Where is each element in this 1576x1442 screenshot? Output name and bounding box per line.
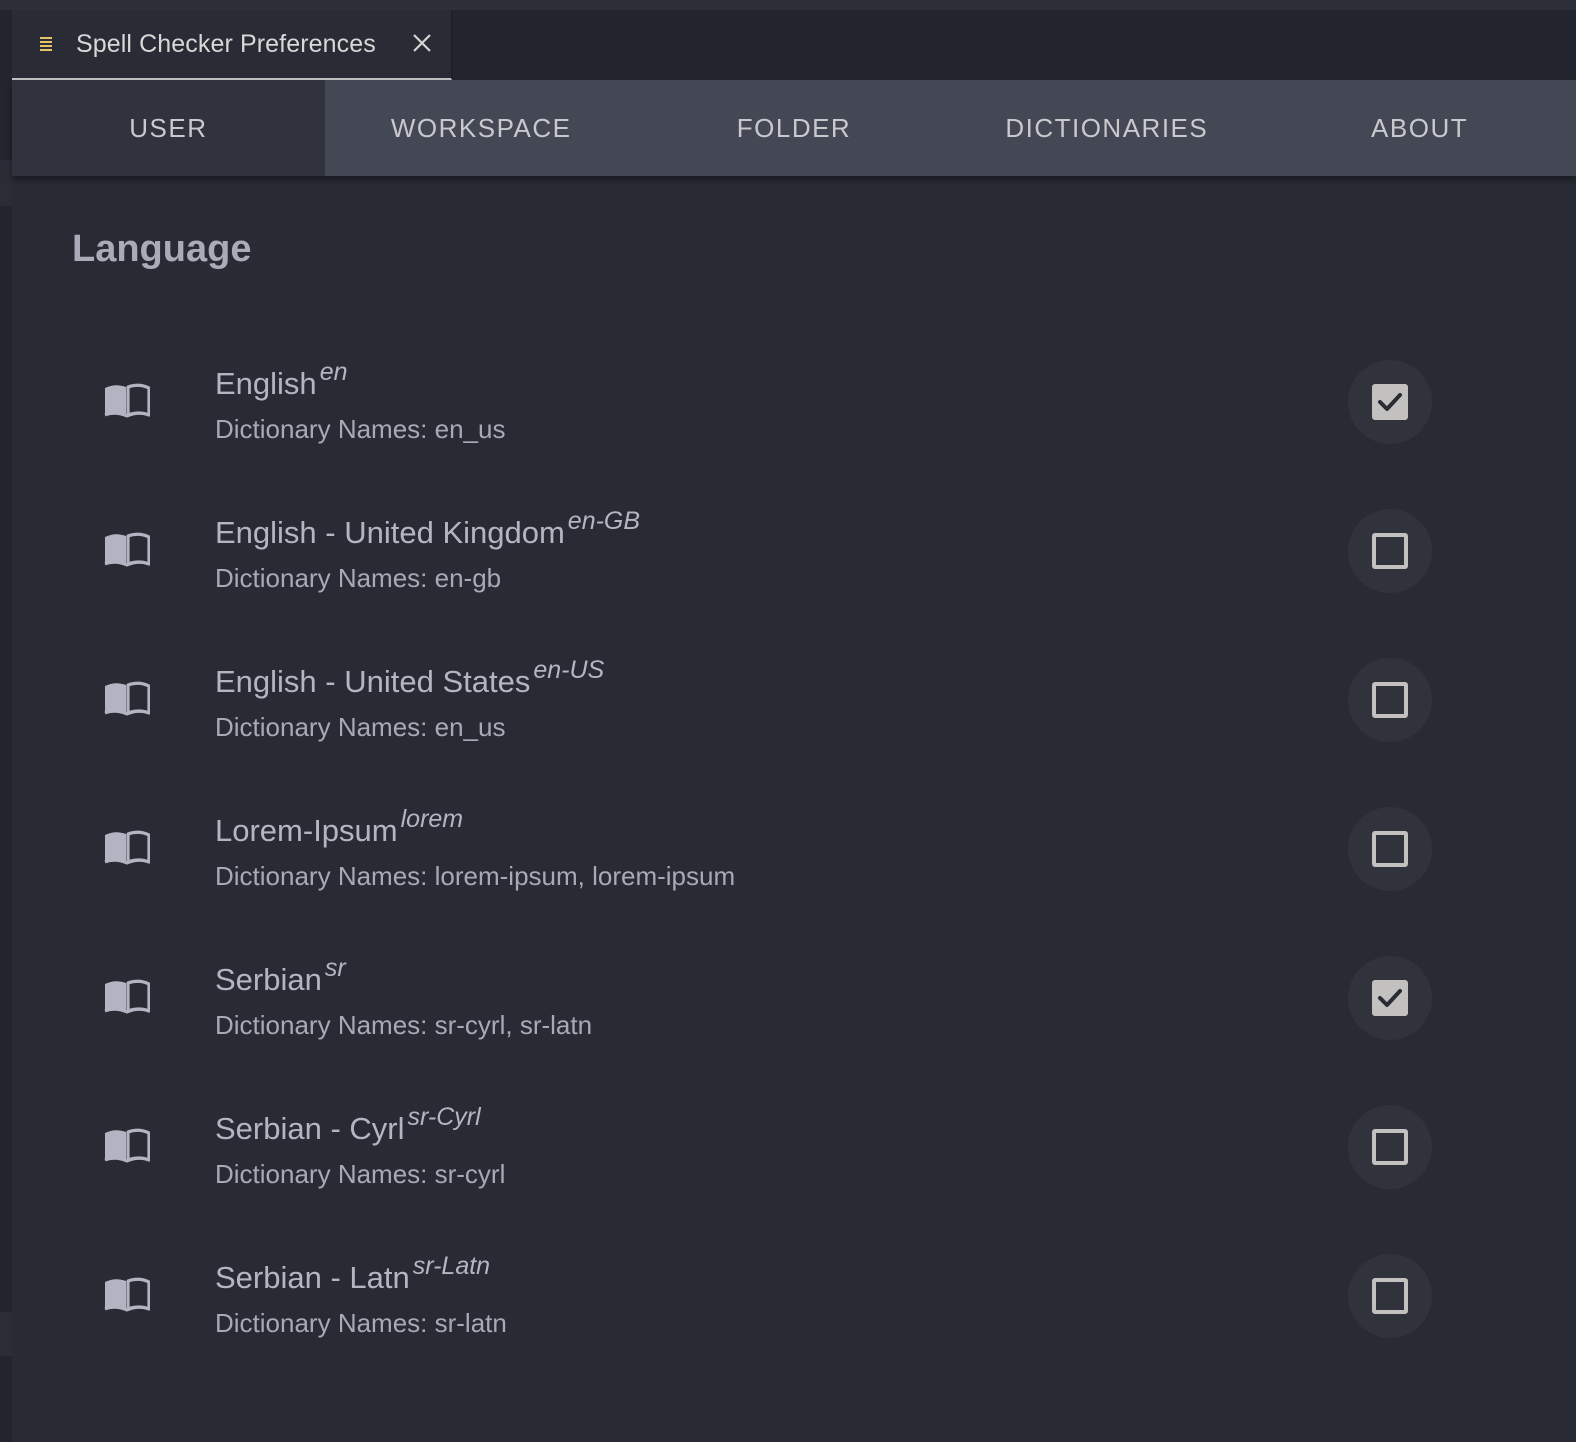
tab-label: WORKSPACE (390, 112, 572, 143)
book-open-icon (104, 1127, 151, 1163)
language-checkbox[interactable] (1372, 682, 1408, 718)
language-label: Serbian - Latn (215, 1260, 410, 1295)
language-label: English (215, 366, 317, 401)
language-label: Lorem-Ipsum (215, 813, 398, 848)
dictionary-names: Dictionary Names: sr-cyrl, sr-latn (215, 1010, 593, 1040)
language-label: Serbian (215, 962, 322, 997)
tab-workspace[interactable]: WORKSPACE (325, 80, 638, 176)
language-item: Serbian - Cyrl sr-Cyrl Dictionary Names: … (12, 1077, 1576, 1226)
tab-about[interactable]: ABOUT (1263, 80, 1576, 176)
language-code: sr (324, 954, 346, 982)
tab-label: FOLDER (736, 112, 852, 143)
language-label: Serbian - Cyrl (215, 1111, 405, 1146)
language-code: en-GB (567, 507, 641, 535)
language-list: English en Dictionary Names: en_us Englis… (12, 332, 1576, 1375)
language-name: Lorem-Ipsum lorem (215, 805, 463, 849)
language-toggle[interactable] (1348, 509, 1432, 593)
editor-tab-title: Spell Checker Preferences (76, 30, 376, 58)
language-code: sr-Cyrl (407, 1103, 481, 1131)
language-item: Serbian sr Dictionary Names: sr-cyrl, sr-… (12, 928, 1576, 1077)
preferences-content: Language English en Dictionary Names: en_… (12, 176, 1576, 1442)
language-item: English - United States en-US Dictionary … (12, 630, 1576, 779)
language-toggle[interactable] (1348, 658, 1432, 742)
tab-folder[interactable]: FOLDER (638, 80, 951, 176)
list-icon (40, 37, 52, 51)
checkmark-icon (1378, 393, 1402, 411)
language-checkbox[interactable] (1372, 1278, 1408, 1314)
language-label: English - United States (215, 664, 531, 699)
checkmark-icon (1378, 989, 1402, 1007)
tab-label: USER (129, 112, 208, 143)
editor-tab-spell-checker-preferences[interactable]: Spell Checker Preferences (12, 10, 452, 80)
language-item: Serbian - Latn sr-Latn Dictionary Names: … (12, 1226, 1576, 1375)
preferences-nav: USER WORKSPACE FOLDER DICTIONARIES ABOUT (12, 80, 1576, 176)
dictionary-names: Dictionary Names: en_us (215, 712, 506, 742)
language-item: Lorem-Ipsum lorem Dictionary Names: lorem… (12, 779, 1576, 928)
language-label: English - United Kingdom (215, 515, 565, 550)
activity-bar-edge (0, 10, 12, 1442)
book-open-icon (104, 978, 151, 1014)
language-toggle[interactable] (1348, 1254, 1432, 1338)
editor-tab-bar: Spell Checker Preferences (12, 10, 1576, 80)
language-checkbox[interactable] (1372, 980, 1408, 1016)
language-toggle[interactable] (1348, 360, 1432, 444)
book-open-icon (104, 680, 151, 716)
tab-label: ABOUT (1371, 112, 1469, 143)
section-title: Language (72, 228, 252, 270)
dictionary-names: Dictionary Names: en_us (215, 414, 506, 444)
gutter-segment (0, 160, 12, 206)
language-item: English - United Kingdom en-GB Dictionary… (12, 481, 1576, 630)
language-toggle[interactable] (1348, 807, 1432, 891)
dictionary-names: Dictionary Names: en-gb (215, 563, 502, 593)
dictionary-names: Dictionary Names: sr-cyrl (215, 1159, 506, 1189)
language-name: English - United Kingdom en-GB (215, 507, 640, 551)
tab-label: DICTIONARIES (1005, 112, 1209, 143)
gutter-segment (0, 1312, 12, 1356)
language-code: en (319, 358, 348, 386)
language-checkbox[interactable] (1372, 1129, 1408, 1165)
language-name: Serbian - Cyrl sr-Cyrl (215, 1103, 481, 1147)
book-open-icon (104, 1276, 151, 1312)
language-code: sr-Latn (412, 1252, 491, 1280)
language-name: Serbian sr (215, 954, 346, 998)
close-icon[interactable] (412, 32, 432, 54)
language-toggle[interactable] (1348, 956, 1432, 1040)
language-name: English - United States en-US (215, 656, 604, 700)
language-code: en-US (533, 656, 605, 684)
book-open-icon (104, 829, 151, 865)
dictionary-names: Dictionary Names: lorem-ipsum, lorem-ips… (215, 861, 736, 891)
language-item: English en Dictionary Names: en_us (12, 332, 1576, 481)
window-top-strip (0, 0, 1576, 10)
dictionary-names: Dictionary Names: sr-latn (215, 1308, 507, 1338)
language-name: English en (215, 358, 348, 402)
language-toggle[interactable] (1348, 1105, 1432, 1189)
language-checkbox[interactable] (1372, 533, 1408, 569)
language-name: Serbian - Latn sr-Latn (215, 1252, 490, 1296)
language-checkbox[interactable] (1372, 384, 1408, 420)
book-open-icon (104, 531, 151, 567)
tab-dictionaries[interactable]: DICTIONARIES (950, 80, 1263, 176)
book-open-icon (104, 382, 151, 418)
language-code: lorem (400, 805, 464, 833)
tab-user[interactable]: USER (12, 80, 325, 176)
language-checkbox[interactable] (1372, 831, 1408, 867)
